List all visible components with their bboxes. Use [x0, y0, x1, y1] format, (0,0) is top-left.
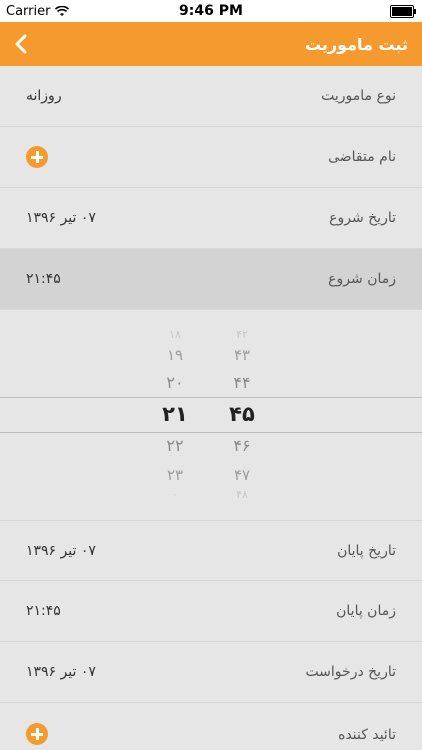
picker-hour-item: ۱۹	[166, 346, 184, 364]
row-start-date[interactable]: تاریخ شروع ۰۷ تیر ۱۳۹۶	[0, 188, 422, 249]
picker-minute-item: ۴۳	[233, 346, 251, 364]
picker-minute-selected: ۴۵	[229, 402, 255, 426]
picker-minute-item: ۴۷	[233, 466, 251, 484]
navigation-bar: ثبت ماموریت	[0, 22, 422, 66]
row-label: تاریخ درخواست	[305, 664, 396, 680]
chevron-left-icon[interactable]	[10, 32, 34, 56]
picker-hour-item: ۱۸	[169, 328, 181, 341]
picker-minute-item: ۴۴	[233, 373, 251, 392]
row-start-time[interactable]: زمان شروع ۲۱:۴۵	[0, 249, 422, 310]
row-label: تائید کننده	[338, 727, 396, 743]
page-title: ثبت ماموریت	[304, 34, 408, 54]
picker-hour-item: ۲۳	[166, 466, 184, 484]
row-label: زمان شروع	[328, 271, 396, 287]
status-time: 9:46 PM	[179, 3, 243, 19]
row-request-date[interactable]: تاریخ درخواست ۰۷ تیر ۱۳۹۶	[0, 642, 422, 703]
picker-minutes-column[interactable]: ۴۲ ۴۳ ۴۴ ۴۵ ۴۶ ۴۷ ۴۸	[222, 310, 262, 520]
picker-hour-item: ۰	[172, 488, 178, 501]
picker-hour-selected: ۲۱	[162, 402, 188, 426]
picker-minute-item: ۴۸	[236, 488, 248, 501]
add-icon[interactable]	[26, 723, 48, 745]
row-label: تاریخ شروع	[329, 210, 396, 226]
row-applicant-name[interactable]: نام متقاضی	[0, 127, 422, 188]
row-label: نوع ماموریت	[321, 88, 396, 104]
picker-minute-item: ۴۶	[233, 436, 251, 455]
row-value: ۰۷ تیر ۱۳۹۶	[26, 542, 96, 559]
row-value: ۲۱:۴۵	[26, 603, 61, 619]
picker-hour-item: ۲۰	[166, 373, 184, 392]
row-value: ۲۱:۴۵	[26, 271, 61, 287]
row-end-date[interactable]: تاریخ پایان ۰۷ تیر ۱۳۹۶	[0, 520, 422, 581]
row-value: ۰۷ تیر ۱۳۹۶	[26, 664, 96, 680]
row-label: تاریخ پایان	[337, 542, 396, 559]
row-approver[interactable]: تائید کننده	[0, 703, 422, 750]
time-picker[interactable]: ۱۸ ۱۹ ۲۰ ۲۱ ۲۲ ۲۳ ۰ ۴۲ ۴۳ ۴۴ ۴۵ ۴۶ ۴۷ ۴۸	[0, 310, 422, 520]
add-icon[interactable]	[26, 146, 48, 168]
picker-hours-column[interactable]: ۱۸ ۱۹ ۲۰ ۲۱ ۲۲ ۲۳ ۰	[155, 310, 195, 520]
row-mission-type[interactable]: نوع ماموریت روزانه	[0, 66, 422, 127]
status-bar: Carrier 9:46 PM	[0, 0, 422, 22]
picker-selection-bottom-line	[0, 432, 422, 433]
row-label: نام متقاضی	[328, 149, 396, 165]
row-value: روزانه	[26, 88, 62, 104]
picker-hour-item: ۲۲	[166, 436, 184, 455]
row-end-time[interactable]: زمان پایان ۲۱:۴۵	[0, 581, 422, 642]
battery-icon	[390, 5, 416, 18]
row-label: زمان پایان	[336, 603, 396, 619]
picker-minute-item: ۴۲	[236, 328, 248, 341]
picker-selection-top-line	[0, 397, 422, 398]
row-value: ۰۷ تیر ۱۳۹۶	[26, 210, 96, 226]
